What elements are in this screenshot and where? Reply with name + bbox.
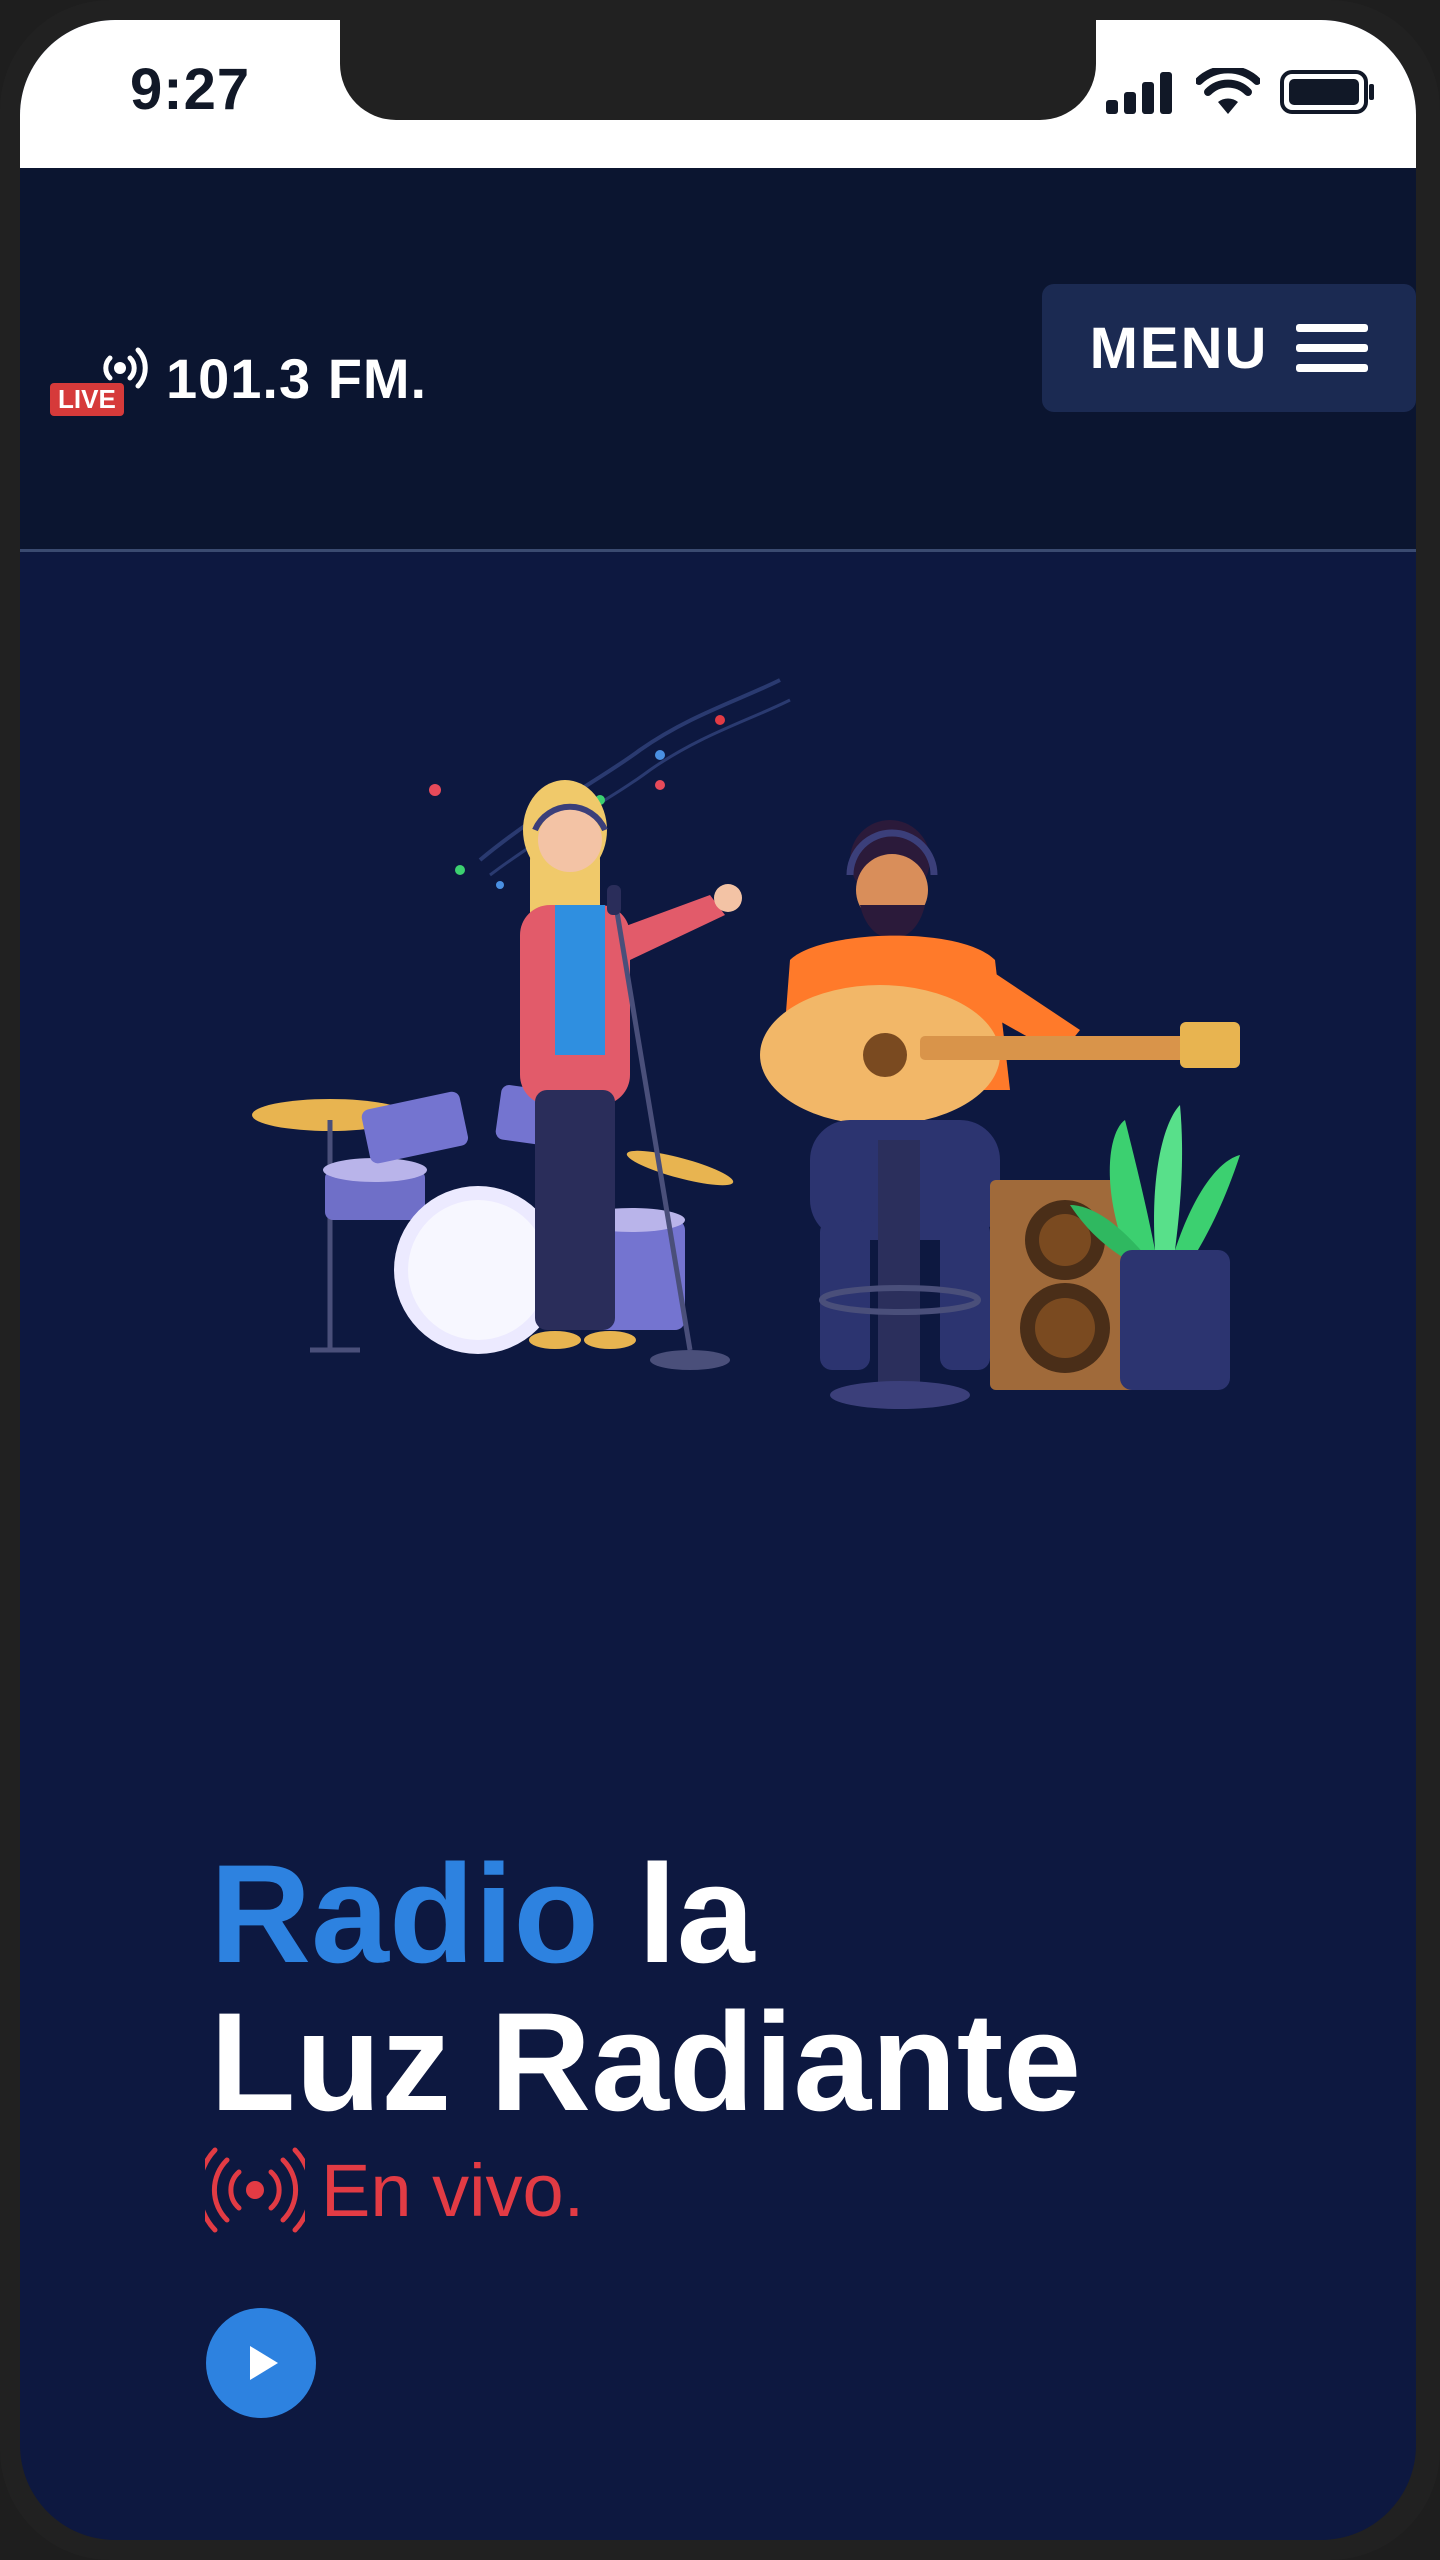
- drum-kit-illustration: [252, 1085, 734, 1354]
- menu-button[interactable]: MENU: [1042, 284, 1416, 412]
- status-time: 9:27: [130, 57, 251, 122]
- live-badge: LIVE: [50, 383, 124, 416]
- live-label: En vivo.: [321, 2148, 585, 2232]
- logo[interactable]: LIVE 101.3 FM.: [50, 338, 427, 418]
- phone-frame: 9:27 LIVE 101.3 FM. MENU Radio la Luz Ra…: [0, 0, 1440, 2560]
- wifi-icon: [1196, 68, 1260, 114]
- menu-label: MENU: [1089, 315, 1269, 381]
- status-icons: [1104, 68, 1376, 116]
- live-status: En vivo.: [205, 2140, 584, 2240]
- live-broadcast-logo: LIVE: [50, 338, 160, 418]
- band-illustration: [252, 678, 1240, 1409]
- signal-icon: [1106, 72, 1172, 114]
- hero-title: Radio la Luz Radiante: [210, 1840, 1310, 2136]
- hero-title-line2: Luz Radiante: [210, 1983, 1082, 2140]
- notch: [340, 20, 1096, 120]
- hero-title-accent: Radio: [210, 1835, 599, 1992]
- play-button[interactable]: [206, 2308, 316, 2418]
- status-bar: 9:27: [20, 20, 1416, 168]
- play-icon: [250, 2346, 278, 2380]
- screen: 9:27 LIVE 101.3 FM. MENU Radio la Luz Ra…: [20, 20, 1416, 2540]
- battery-icon: [1280, 70, 1374, 114]
- site-header: LIVE 101.3 FM. MENU: [20, 168, 1416, 552]
- station-frequency: 101.3 FM.: [166, 346, 428, 410]
- broadcast-icon: [205, 2147, 305, 2233]
- hamburger-icon: [1296, 324, 1369, 372]
- hero-title-rest: la: [598, 1835, 755, 1992]
- music-notes-illustration: [429, 678, 791, 889]
